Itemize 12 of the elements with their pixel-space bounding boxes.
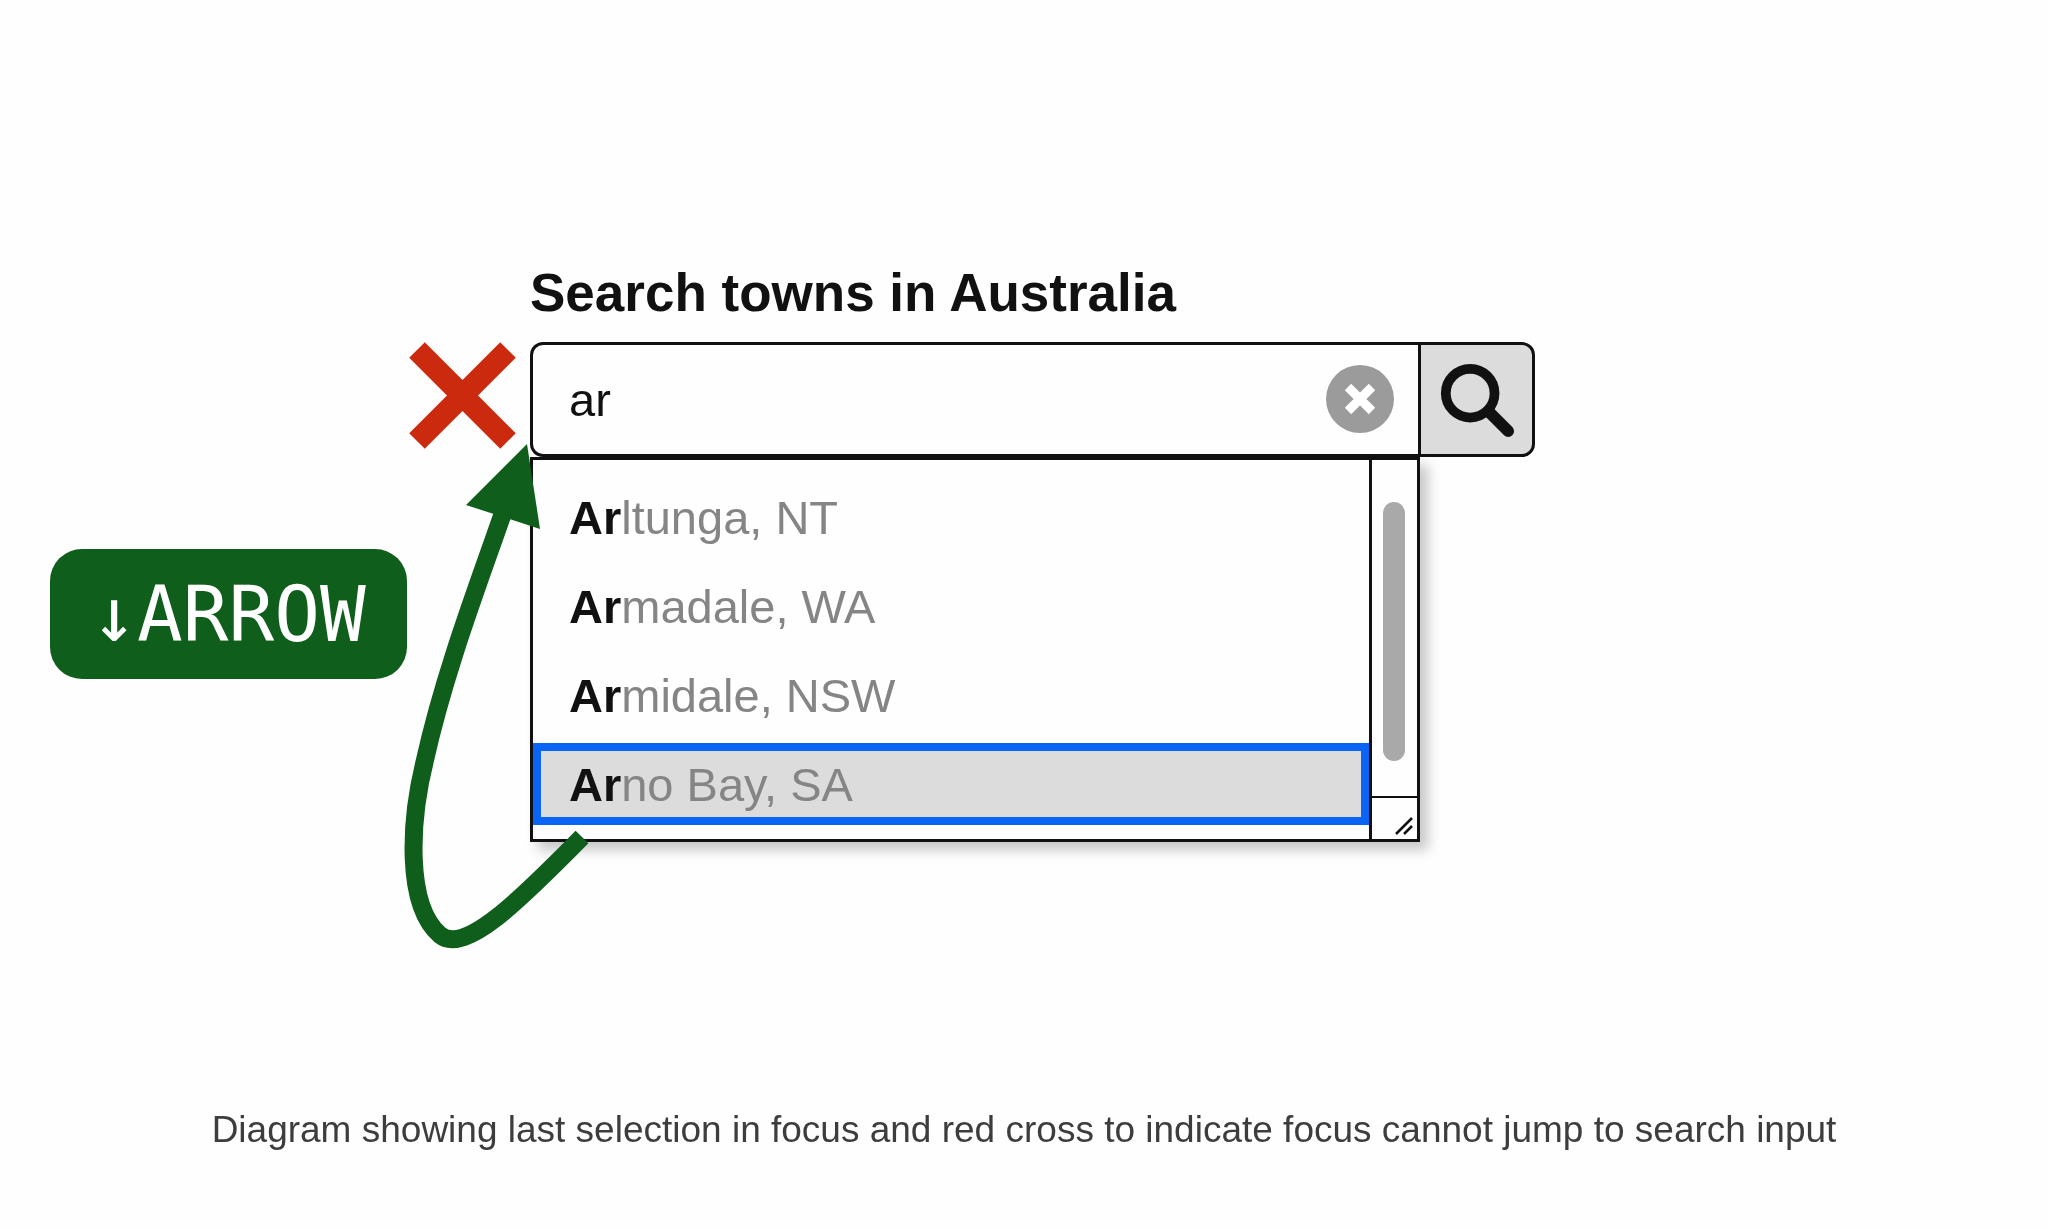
widget-title: Search towns in Australia xyxy=(530,262,1178,324)
scrollbar-thumb[interactable] xyxy=(1383,502,1405,761)
search-field[interactable]: ar xyxy=(530,342,1418,457)
suggestion-item[interactable]: Arno Bay, SA xyxy=(533,743,1369,825)
cross-icon xyxy=(409,342,516,449)
key-badge: ↓ARROW xyxy=(50,549,407,679)
caption: Diagram showing last selection in focus and red cross to indicate focus cannot jump to search input xyxy=(210,1108,1838,1152)
suggestion-item[interactable]: Armadale, WA xyxy=(533,565,1369,647)
suggestion-item[interactable]: Armidale, NSW xyxy=(533,654,1369,736)
search-button[interactable] xyxy=(1418,342,1535,457)
suggestion-item[interactable]: Arltunga, NT xyxy=(533,476,1369,558)
clear-icon[interactable] xyxy=(1326,365,1394,433)
